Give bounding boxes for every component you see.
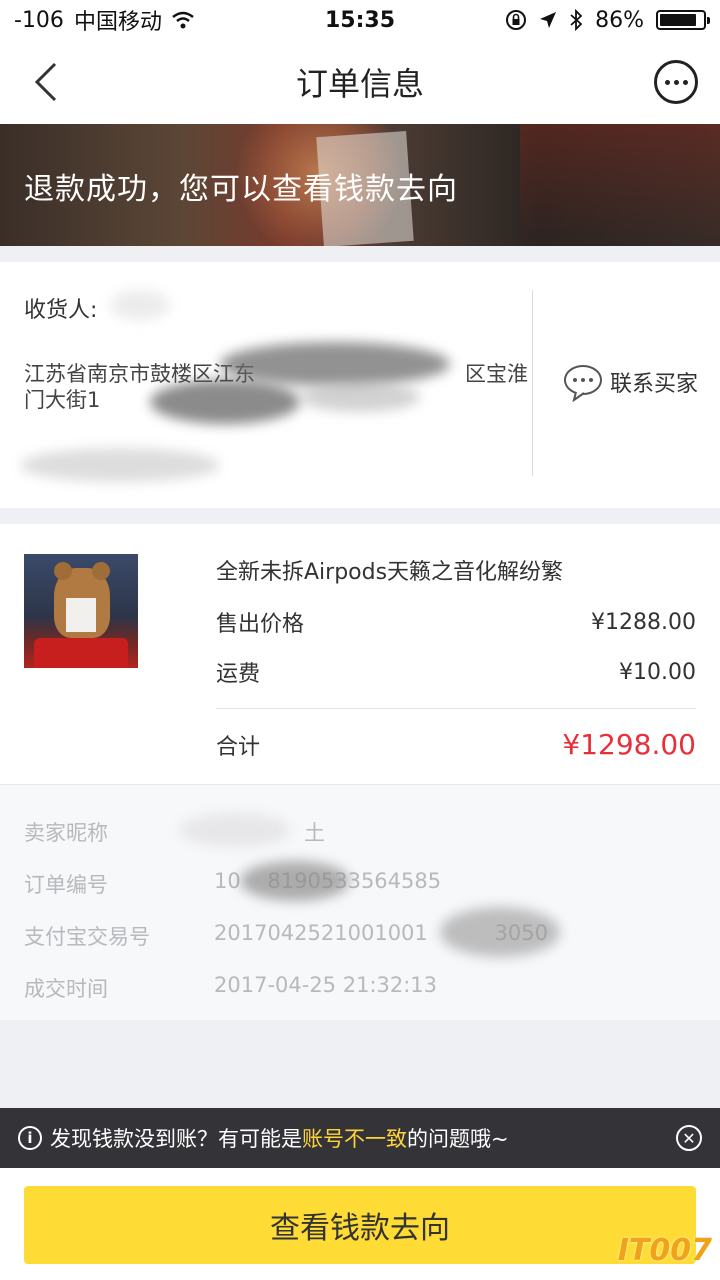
carrier-name: 中国移动 <box>73 10 162 35</box>
view-refund-button[interactable]: 查看钱款去向 <box>24 1186 696 1264</box>
thumbnail-card <box>66 598 96 632</box>
product-title: 全新未拆Airpods天籁之音化解纷繁 <box>216 560 564 585</box>
bluetooth-icon <box>570 9 583 31</box>
product-thumbnail[interactable] <box>24 554 138 668</box>
lock-rotation-icon <box>506 10 527 30</box>
redaction-smudge <box>20 448 220 482</box>
order-number-row: 订单编号 10 8190533564585 <box>24 869 441 899</box>
dot <box>673 79 679 85</box>
wifi-icon <box>172 11 194 29</box>
bottom-bar: 查看钱款去向 IT007 <box>0 1168 720 1280</box>
total-label: 合计 <box>216 734 261 760</box>
sale-price-label: 售出价格 <box>216 612 305 637</box>
sale-price-value: ¥1288.00 <box>591 609 696 635</box>
battery-icon <box>656 10 710 30</box>
notice-highlight[interactable]: 账号不一致 <box>302 1127 407 1151</box>
close-circle-icon[interactable]: ✕ <box>676 1125 702 1151</box>
redaction-smudge <box>150 380 300 424</box>
redaction-smudge <box>180 813 290 847</box>
signal-strength: -106 <box>14 7 64 33</box>
nav-bar: 订单信息 <box>0 40 720 124</box>
location-arrow-icon <box>540 12 557 28</box>
address-line-1-end: 区宝淮 <box>465 362 528 386</box>
product-divider <box>216 708 696 709</box>
refund-banner[interactable]: 退款成功，您可以查看钱款去向 <box>0 124 720 246</box>
watermark: IT007 <box>617 1233 712 1268</box>
alipay-trade-label: 支付宝交易号 <box>24 925 150 949</box>
contact-buyer-label: 联系买家 <box>610 372 699 397</box>
redaction-smudge <box>110 290 170 320</box>
page-title: 订单信息 <box>295 65 424 103</box>
status-bar: -106 中国移动 15:35 86% <box>0 0 720 40</box>
back-button[interactable] <box>24 60 68 104</box>
notice-bar: i 发现钱款没到账？有可能是账号不一致的问题哦~ ✕ <box>0 1108 720 1168</box>
recipient-label: 收货人: <box>24 298 98 323</box>
more-dots-icon[interactable] <box>654 60 698 104</box>
address-line-2: 门大街1 <box>24 388 101 412</box>
dot <box>664 79 670 85</box>
thumbnail-cloth <box>34 638 128 668</box>
product-section: 全新未拆Airpods天籁之音化解纷繁 售出价格 ¥1288.00 运费 ¥10… <box>0 524 720 784</box>
status-right: 86% <box>505 7 710 33</box>
redaction-smudge <box>440 907 560 957</box>
shipping-value: ¥10.00 <box>619 659 696 685</box>
status-left: -106 中国移动 <box>14 4 194 36</box>
address-divider <box>532 290 533 476</box>
notice-text-before: 发现钱款没到账？有可能是 <box>50 1127 302 1151</box>
contact-buyer-button[interactable]: 联系买家 <box>562 362 698 402</box>
banner-text: 退款成功，您可以查看钱款去向 <box>24 172 458 207</box>
redaction-smudge <box>240 861 350 901</box>
chat-bubble-icon <box>564 365 602 402</box>
redaction-smudge <box>300 382 420 412</box>
shipping-row: 运费 ¥10.00 <box>216 656 696 688</box>
battery-fill <box>660 14 697 26</box>
address-section: 收货人: 江苏省南京市鼓楼区江东 区宝淮 门大街1 联系买家 <box>0 262 720 508</box>
shipping-label: 运费 <box>216 662 261 687</box>
total-value: ¥1298.00 <box>562 728 696 761</box>
order-info-section: 卖家昵称 土 订单编号 10 8190533564585 支付宝交易号 2017… <box>0 784 720 1020</box>
dot <box>682 79 688 85</box>
total-row: 合计 ¥1298.00 <box>216 728 696 761</box>
price-row: 售出价格 ¥1288.00 <box>216 606 696 638</box>
deal-time-value: 2017-04-25 21:32:13 <box>214 973 438 997</box>
order-number-label: 订单编号 <box>24 873 108 897</box>
battery-percent: 86% <box>595 7 644 33</box>
redaction-smudge <box>220 342 450 386</box>
deal-time-row: 成交时间 2017-04-25 21:32:13 <box>24 973 437 1003</box>
info-icon: i <box>18 1126 42 1150</box>
back-chevron-icon <box>34 62 57 102</box>
deal-time-label: 成交时间 <box>24 977 108 1001</box>
notice-text[interactable]: 发现钱款没到账？有可能是账号不一致的问题哦~ <box>50 1123 509 1153</box>
notice-text-after: 的问题哦~ <box>407 1127 509 1151</box>
